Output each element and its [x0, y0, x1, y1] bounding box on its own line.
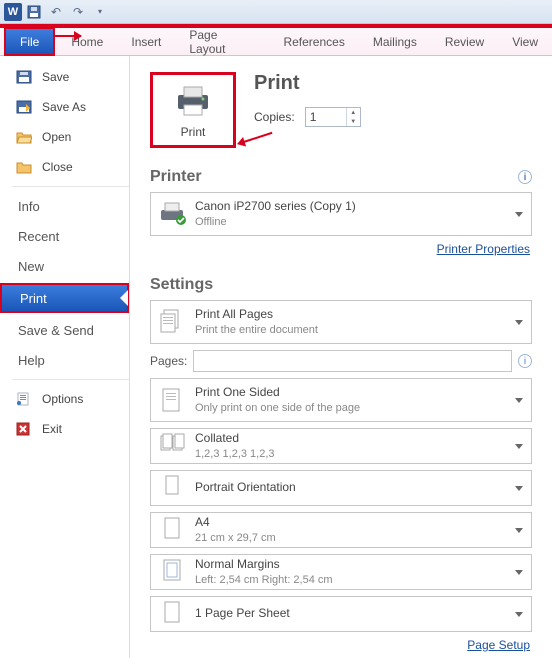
save-icon: [16, 70, 34, 84]
sidebar-item-saveas[interactable]: Save As: [0, 92, 129, 122]
chevron-down-icon: [515, 398, 523, 407]
setting-pages-per-sheet[interactable]: 1 Page Per Sheet: [150, 596, 532, 632]
chevron-down-icon: [515, 444, 523, 453]
printer-section: Printer i Canon iP2700 series (Copy 1) Of…: [150, 168, 532, 256]
pages-input[interactable]: [193, 350, 512, 372]
sidebar-item-recent[interactable]: Recent: [0, 221, 129, 251]
qat-save-icon[interactable]: [24, 2, 44, 22]
page-size-icon: [159, 516, 185, 544]
printer-name: Canon iP2700 series (Copy 1): [195, 199, 356, 215]
chevron-down-icon: [515, 528, 523, 537]
sidebar-label: Save As: [42, 100, 86, 114]
margins-icon: [159, 558, 185, 586]
sidebar-item-exit[interactable]: Exit: [0, 414, 129, 444]
setting-orientation[interactable]: Portrait Orientation: [150, 470, 532, 506]
qat-redo-icon[interactable]: ↷: [68, 2, 88, 22]
portrait-icon: [159, 474, 185, 502]
setting-sides[interactable]: Print One SidedOnly print on one side of…: [150, 378, 532, 422]
settings-heading: Settings: [150, 276, 213, 294]
copies-input[interactable]: 1 ▲▼: [305, 107, 361, 127]
sidebar-label: Save: [42, 70, 69, 84]
print-heading: Print: [254, 72, 361, 95]
sidebar-item-help[interactable]: Help: [0, 345, 129, 375]
sidebar-label: Exit: [42, 422, 62, 436]
collated-icon: [159, 432, 185, 460]
sidebar-item-savesend[interactable]: Save & Send: [0, 315, 129, 345]
printer-heading: Printer: [150, 168, 202, 186]
info-icon[interactable]: i: [518, 170, 532, 184]
sidebar-label: Open: [42, 130, 71, 144]
spin-up-icon[interactable]: ▲: [347, 108, 360, 117]
page-per-sheet-icon: [159, 600, 185, 628]
copies-spinner[interactable]: ▲▼: [346, 108, 360, 126]
printer-device-icon: [159, 200, 185, 228]
quick-access-toolbar: W ↶ ↷ ▾: [0, 0, 552, 24]
sidebar-item-options[interactable]: Options: [0, 384, 129, 414]
separator: [12, 186, 129, 187]
copies-value: 1: [310, 110, 317, 124]
sidebar-item-print[interactable]: Print: [0, 283, 129, 313]
chevron-down-icon: [515, 612, 523, 621]
open-icon: [16, 130, 34, 144]
sidebar-item-info[interactable]: Info: [0, 191, 129, 221]
saveas-icon: [16, 100, 34, 114]
tab-file[interactable]: File: [4, 27, 55, 56]
print-button[interactable]: Print: [150, 72, 236, 148]
spin-down-icon[interactable]: ▼: [347, 117, 360, 126]
tab-view[interactable]: View: [498, 28, 552, 55]
tab-home[interactable]: Home: [57, 28, 117, 55]
print-pane: Print Print Copies: 1 ▲▼ Printeri Ca: [130, 56, 552, 658]
tab-page-layout[interactable]: Page Layout: [175, 28, 269, 55]
setting-paper-size[interactable]: A421 cm x 29,7 cm: [150, 512, 532, 548]
tab-file-label: File: [20, 35, 39, 49]
pages-icon: [159, 308, 185, 336]
copies-label: Copies:: [254, 110, 295, 124]
tab-review[interactable]: Review: [431, 28, 498, 55]
sidebar-item-open[interactable]: Open: [0, 122, 129, 152]
chevron-down-icon: [515, 486, 523, 495]
sidebar-label: Close: [42, 160, 73, 174]
tab-insert[interactable]: Insert: [117, 28, 175, 55]
close-folder-icon: [16, 160, 34, 174]
tab-references[interactable]: References: [269, 28, 358, 55]
print-button-label: Print: [181, 125, 206, 139]
printer-selector[interactable]: Canon iP2700 series (Copy 1) Offline: [150, 192, 532, 236]
annotation-arrow-icon: [240, 132, 273, 144]
options-icon: [16, 392, 34, 406]
setting-print-range[interactable]: Print All PagesPrint the entire document: [150, 300, 532, 344]
printer-status: Offline: [195, 215, 356, 229]
page-setup-link[interactable]: Page Setup: [150, 638, 530, 652]
separator: [12, 379, 129, 380]
printer-properties-link[interactable]: Printer Properties: [150, 242, 530, 256]
printer-icon: [172, 83, 214, 119]
backstage-sidebar: Save Save As Open Close Info Recent New …: [0, 56, 130, 658]
setting-margins[interactable]: Normal MarginsLeft: 2,54 cm Right: 2,54 …: [150, 554, 532, 590]
word-icon: W: [4, 3, 22, 21]
qat-undo-icon[interactable]: ↶: [46, 2, 66, 22]
setting-collate[interactable]: Collated1,2,3 1,2,3 1,2,3: [150, 428, 532, 464]
tab-mailings[interactable]: Mailings: [359, 28, 431, 55]
qat-dropdown-icon[interactable]: ▾: [90, 2, 110, 22]
sidebar-item-new[interactable]: New: [0, 251, 129, 281]
one-sided-icon: [159, 386, 185, 414]
chevron-down-icon: [515, 570, 523, 579]
settings-section: Settings Print All PagesPrint the entire…: [150, 276, 532, 652]
pages-label: Pages:: [150, 354, 187, 368]
exit-icon: [16, 422, 34, 436]
sidebar-item-close[interactable]: Close: [0, 152, 129, 182]
chevron-down-icon: [515, 212, 523, 221]
chevron-down-icon: [515, 320, 523, 329]
info-icon[interactable]: i: [518, 354, 532, 368]
sidebar-label: Options: [42, 392, 83, 406]
ribbon-tabs: File Home Insert Page Layout References …: [0, 28, 552, 56]
sidebar-item-save[interactable]: Save: [0, 62, 129, 92]
